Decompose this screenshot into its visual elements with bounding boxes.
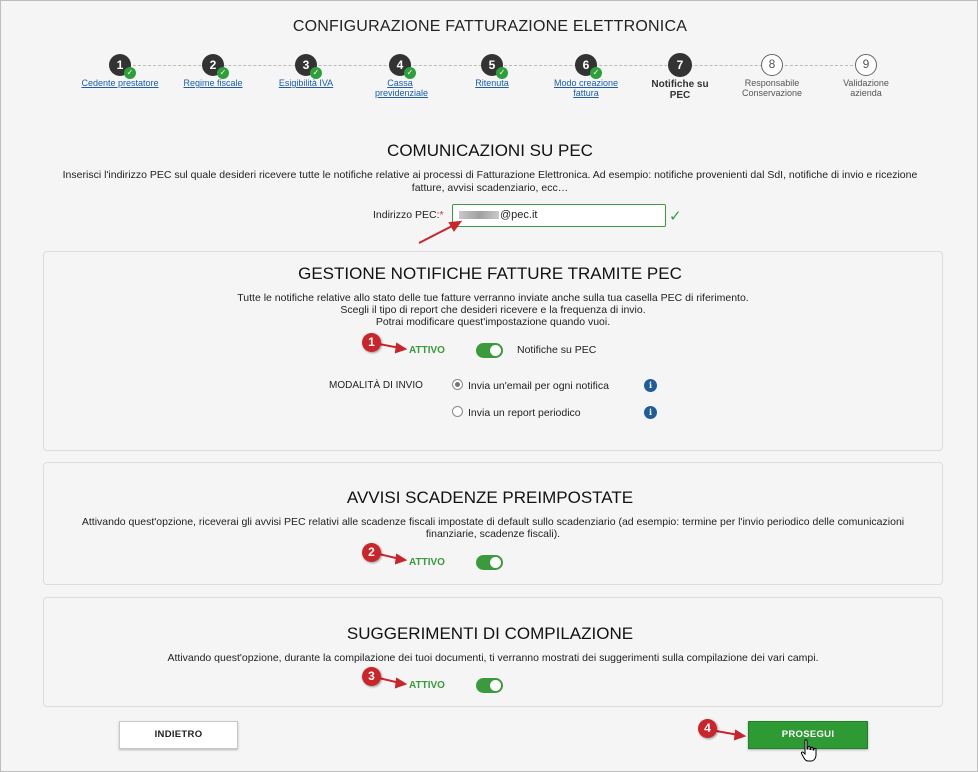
arrowhead-3 bbox=[394, 677, 408, 689]
arrowhead-2 bbox=[394, 553, 408, 565]
annotation-badge-1: 1 bbox=[362, 333, 381, 352]
annotation-badge-3: 3 bbox=[362, 667, 381, 686]
pec-arrowhead bbox=[448, 220, 463, 232]
annotation-arrows bbox=[378, 220, 747, 741]
pec-arrow bbox=[418, 223, 457, 244]
annotation-badge-4: 4 bbox=[698, 719, 717, 738]
arrowhead-1 bbox=[394, 342, 408, 354]
annotation-badge-2: 2 bbox=[362, 543, 381, 562]
hand-cursor-icon bbox=[800, 739, 817, 762]
arrowhead-4 bbox=[733, 729, 747, 741]
